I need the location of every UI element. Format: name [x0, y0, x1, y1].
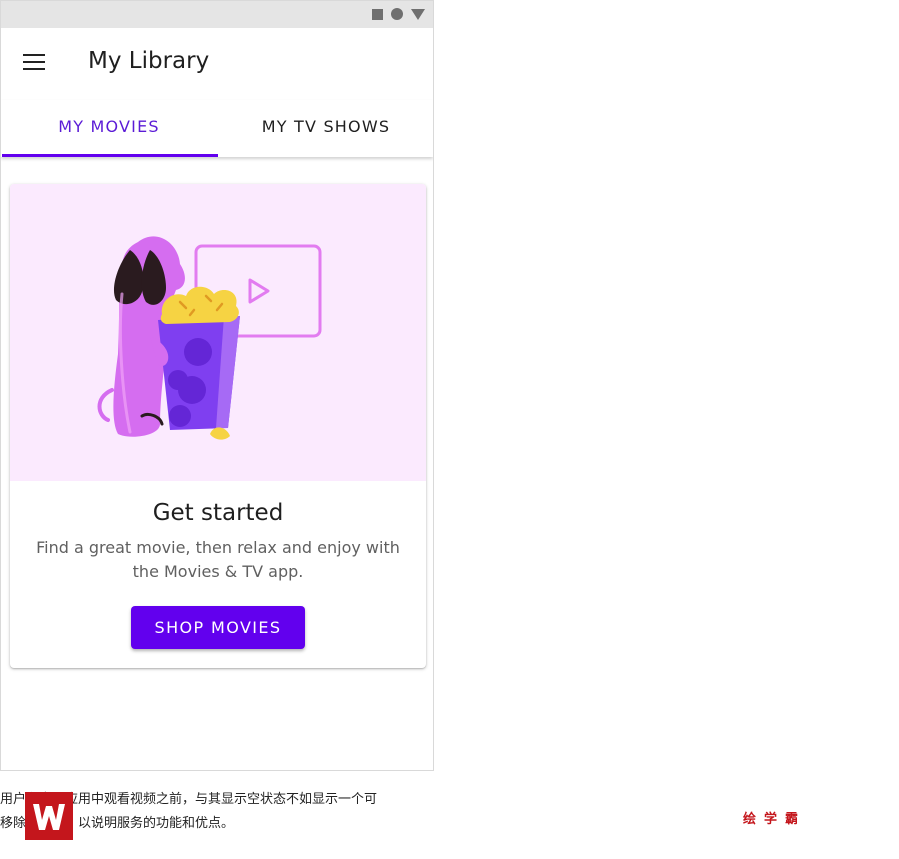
tab-bar: MY MOVIES MY TV SHOWS: [1, 100, 433, 157]
empty-state-illustration: [10, 184, 426, 481]
app-bar: My Library: [1, 28, 433, 100]
empty-state-description: Find a great movie, then relax and enjoy…: [36, 538, 400, 581]
triangle-icon: [411, 8, 425, 20]
empty-state-card: Get started Find a great movie, then rel…: [10, 184, 426, 668]
status-bar: [1, 1, 433, 28]
brand-name: 绘学霸: [743, 812, 807, 827]
menu-icon[interactable]: [23, 54, 47, 74]
brand-logo-icon: [25, 792, 73, 840]
empty-state-title: Get started: [152, 500, 284, 526]
page-title: My Library: [88, 48, 210, 74]
shop-movies-button[interactable]: SHOP MOVIES: [131, 606, 305, 649]
circle-icon: [391, 8, 403, 20]
phone-screen: My Library MY MOVIES MY TV SHOWS Get sta…: [0, 0, 434, 771]
tab-my-tv-shows[interactable]: MY TV SHOWS: [218, 100, 433, 157]
tab-indicator: [2, 154, 218, 157]
popcorn-bucket-icon: [158, 286, 240, 440]
tab-my-movies[interactable]: MY MOVIES: [1, 100, 217, 157]
dog-popcorn-illustration: [97, 236, 322, 440]
square-icon: [372, 8, 383, 20]
